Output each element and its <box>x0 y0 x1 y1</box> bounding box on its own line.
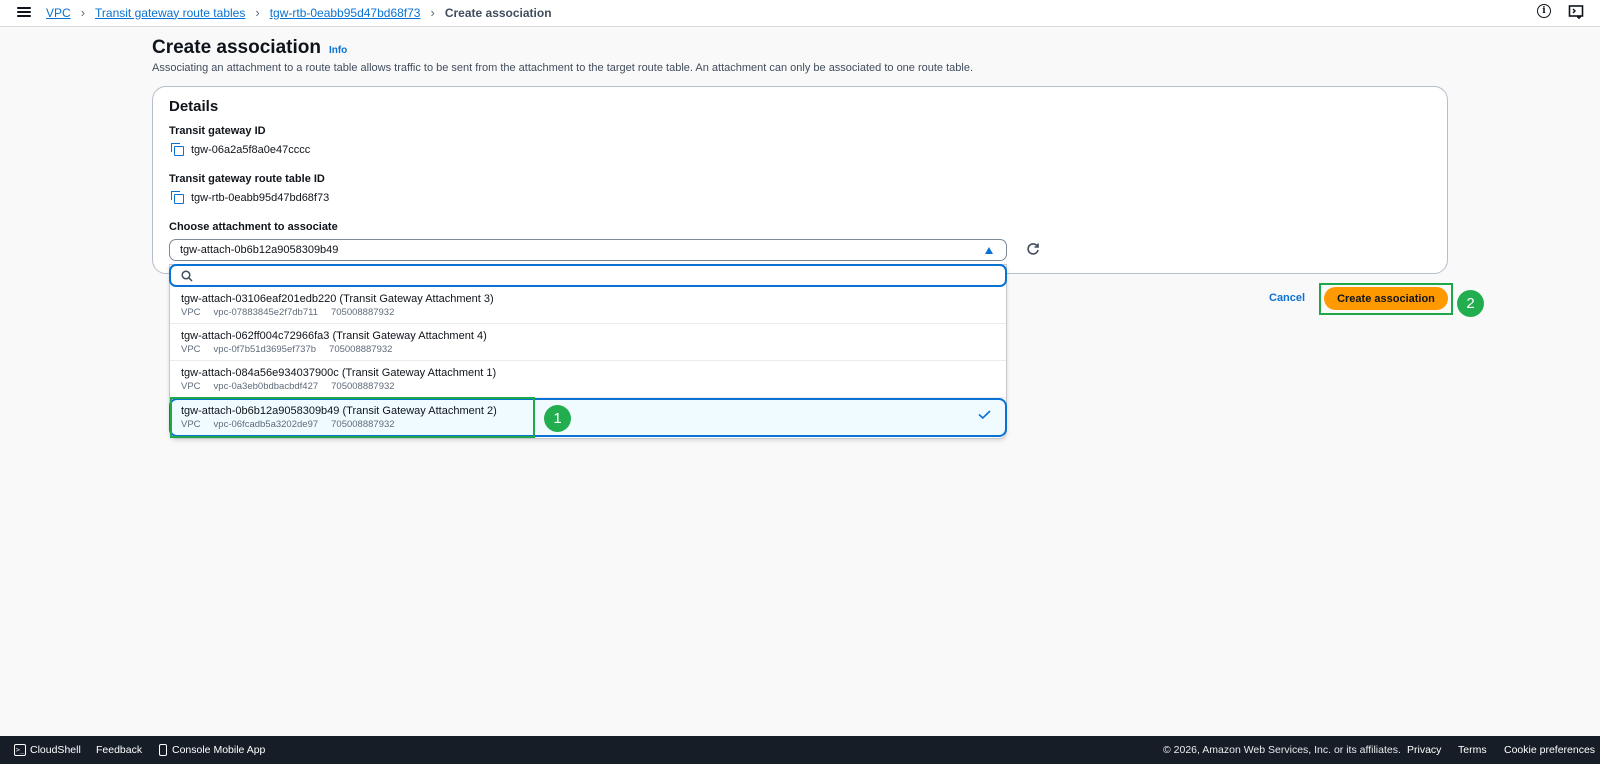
breadcrumb-route-tables[interactable]: Transit gateway route tables <box>95 6 245 20</box>
breadcrumb-route-table-id[interactable]: tgw-rtb-0eabb95d47bd68f73 <box>270 6 421 20</box>
attachment-selected-value: tgw-attach-0b6b12a9058309b49 <box>180 244 339 256</box>
annotation-highlight-1 <box>170 397 535 438</box>
rtb-id-value: tgw-rtb-0eabb95d47bd68f73 <box>171 191 329 205</box>
checkmark-icon <box>978 410 991 419</box>
terminal-icon: >_ <box>14 744 26 756</box>
copy-icon[interactable] <box>171 191 185 205</box>
annotation-badge-1: 1 <box>544 405 571 432</box>
info-link[interactable]: Info <box>329 45 347 56</box>
menu-icon[interactable] <box>17 5 31 19</box>
option-label: tgw-attach-03106eaf201edb220 (Transit Ga… <box>181 293 494 305</box>
top-navigation-bar: VPC › Transit gateway route tables › tgw… <box>0 0 1600 27</box>
rtb-id-text: tgw-rtb-0eabb95d47bd68f73 <box>191 192 330 204</box>
copyright-text: © 2026, Amazon Web Services, Inc. or its… <box>1163 744 1401 756</box>
details-title: Details <box>169 98 219 115</box>
option-details: VPC vpc-07883845e2f7db711 705008887932 <box>181 307 395 318</box>
tgw-id-value: tgw-06a2a5f8a0e47cccc <box>171 143 310 157</box>
attachment-label: Choose attachment to associate <box>169 221 338 233</box>
copy-icon[interactable] <box>171 143 185 157</box>
console-mobile-app-link[interactable]: Console Mobile App <box>159 744 265 756</box>
info-icon[interactable]: i <box>1537 4 1553 20</box>
option-label: tgw-attach-084a56e934037900c (Transit Ga… <box>181 367 497 379</box>
tgw-id-label: Transit gateway ID <box>169 125 266 137</box>
privacy-link[interactable]: Privacy <box>1407 744 1441 756</box>
refresh-icon <box>1027 243 1039 255</box>
chevron-right-icon: › <box>80 5 86 20</box>
attachment-option[interactable]: tgw-attach-062ff004c72966fa3 (Transit Ga… <box>170 324 1006 361</box>
cloudshell-panel-icon[interactable] <box>1568 4 1584 20</box>
chevron-right-icon: › <box>430 5 435 20</box>
attachment-select[interactable]: tgw-attach-0b6b12a9058309b49 <box>169 239 1007 261</box>
details-container: Details Transit gateway ID tgw-06a2a5f8a… <box>152 86 1448 274</box>
refresh-button[interactable] <box>1023 239 1043 259</box>
console-footer: >_ CloudShell Feedback Console Mobile Ap… <box>0 736 1600 764</box>
annotation-badge-2: 2 <box>1457 290 1484 317</box>
cloudshell-button[interactable]: >_ CloudShell <box>14 744 81 756</box>
cancel-button[interactable]: Cancel <box>1269 292 1305 304</box>
tgw-id-text: tgw-06a2a5f8a0e47cccc <box>191 144 311 156</box>
breadcrumb-current: Create association <box>444 5 552 20</box>
page-header: Create association Info <box>152 37 347 59</box>
feedback-link[interactable]: Feedback <box>96 744 142 756</box>
option-label: tgw-attach-062ff004c72966fa3 (Transit Ga… <box>181 330 487 342</box>
breadcrumb-vpc[interactable]: VPC <box>46 6 71 20</box>
attachment-option[interactable]: tgw-attach-084a56e934037900c (Transit Ga… <box>170 361 1006 398</box>
page-description: Associating an attachment to a route tab… <box>152 62 974 74</box>
breadcrumb: VPC › Transit gateway route tables › tgw… <box>46 5 552 20</box>
attachment-search-input[interactable] <box>169 264 1007 287</box>
terms-link[interactable]: Terms <box>1458 744 1487 756</box>
search-icon <box>181 270 193 282</box>
page-title: Create association <box>152 37 321 58</box>
phone-icon <box>159 744 167 756</box>
attachment-option[interactable]: tgw-attach-03106eaf201edb220 (Transit Ga… <box>170 287 1006 324</box>
chevron-right-icon: › <box>255 5 260 20</box>
rtb-id-label: Transit gateway route table ID <box>169 173 325 185</box>
option-details: VPC vpc-0f7b51d3695ef737b 705008887932 <box>181 344 393 355</box>
option-details: VPC vpc-0a3eb0bdbacbdf427 705008887932 <box>181 381 395 392</box>
caret-up-icon <box>985 247 993 254</box>
annotation-highlight-2 <box>1319 283 1453 315</box>
cookie-preferences-link[interactable]: Cookie preferences <box>1504 744 1595 756</box>
